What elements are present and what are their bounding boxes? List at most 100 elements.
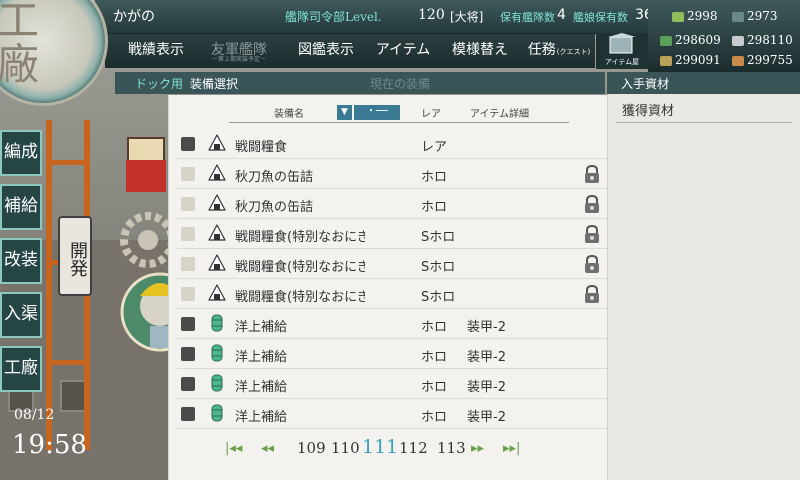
equipment-rarity: ホロ	[421, 410, 448, 425]
table-row[interactable]: 戦闘糧食(特別なおにぎり) Sホロ	[177, 279, 607, 309]
equipment-name: 戦闘糧食(特別なおにぎり)	[235, 260, 365, 275]
resource-value: 2973	[747, 9, 778, 23]
resource-devmat: 2973	[732, 9, 778, 23]
page-number-current[interactable]: 111	[362, 436, 398, 458]
row-checkbox[interactable]	[181, 377, 195, 391]
nav-encyclopedia[interactable]: 図鑑表示	[287, 34, 365, 68]
pagination: |◂◂ ◂◂ 109 110 111 112 113 ▸▸ ▸▸|	[219, 436, 539, 463]
breadcrumb-ghost-label: 現在の装備	[370, 77, 431, 91]
gain-title: 獲得資材	[622, 104, 675, 119]
side-menu-arsenal[interactable]: 工廠	[0, 346, 42, 392]
resource-value: 299091	[675, 53, 721, 67]
next-page-button[interactable]: ▸▸	[471, 441, 484, 456]
equipment-name: 洋上補給	[235, 350, 288, 365]
last-page-button[interactable]: ▸▸|	[503, 441, 520, 456]
equipment-rarity: ホロ	[421, 380, 448, 395]
table-row[interactable]: 洋上補給 ホロ 装甲-2	[177, 339, 607, 369]
first-page-button[interactable]: |◂◂	[225, 441, 242, 456]
side-menu-formation[interactable]: 編成	[0, 130, 42, 176]
sort-toggle-button[interactable]: ・──	[354, 105, 400, 120]
equipment-name: 戦闘糧食(特別なおにぎり)	[235, 230, 365, 245]
table-row[interactable]: 洋上補給 ホロ 装甲-2	[177, 369, 607, 399]
gain-header-label: 入手資材	[621, 77, 670, 91]
nav-sub-label: (クエスト)	[556, 48, 591, 56]
resource-ammo: 299091	[660, 53, 721, 67]
page-number[interactable]: 112	[399, 439, 428, 457]
table-row[interactable]: 洋上補給 ホロ 装甲-2	[177, 309, 607, 339]
equipment-name: 洋上補給	[235, 410, 288, 425]
equipment-detail: 装甲-2	[467, 380, 506, 395]
equipment-name: 戦闘糧食	[235, 140, 288, 155]
development-tab[interactable]: 開発	[58, 216, 92, 296]
resource-value: 298609	[675, 33, 721, 47]
onigiri-icon	[208, 164, 226, 181]
shop-icon	[608, 33, 636, 54]
column-header-detail: アイテム詳細	[470, 109, 529, 120]
bucket-icon	[672, 11, 684, 22]
lock-icon[interactable]	[581, 283, 603, 305]
table-row[interactable]: 秋刀魚の缶詰 ホロ	[177, 159, 607, 189]
row-checkbox[interactable]	[181, 227, 195, 241]
nav-friend-fleet: 友軍艦隊 －第２期実装予定－	[200, 34, 278, 68]
equipment-name: 戦闘糧食(特別なおにぎり)	[235, 290, 365, 305]
lock-icon[interactable]	[581, 193, 603, 215]
resource-panel: 2998 2973 298609 298110 299091 299755	[648, 0, 800, 72]
side-menu-remodel[interactable]: 改装	[0, 238, 42, 284]
hammer-decoration	[126, 137, 166, 192]
table-row[interactable]: 秋刀魚の缶詰 ホロ	[177, 189, 607, 219]
sort-dropdown-button[interactable]: ▼	[337, 105, 352, 120]
side-menu-label: 工廠	[4, 358, 38, 378]
equipment-list-panel: 装備名 ▼ ・── レア アイテム詳細 戦闘糧食 レア秋刀魚の缶詰 ホロ 秋刀魚の缶詰…	[168, 95, 608, 480]
column-header-name: 装備名	[274, 109, 304, 120]
equipment-rarity: レア	[421, 140, 448, 155]
date-display: 08/12	[14, 407, 55, 423]
divider	[616, 122, 792, 123]
shipgirl-count-label: 艦娘保有数	[573, 11, 628, 24]
side-menu-supply[interactable]: 補給	[0, 184, 42, 230]
page-number[interactable]: 109	[297, 439, 326, 457]
row-checkbox[interactable]	[181, 167, 195, 181]
breadcrumb-equip-select: 装備選択	[190, 77, 239, 91]
nav-label: 模様替え	[452, 42, 508, 58]
table-row[interactable]: 洋上補給 ホロ 装甲-2	[177, 399, 607, 429]
row-checkbox[interactable]	[181, 257, 195, 271]
row-checkbox[interactable]	[181, 287, 195, 301]
lock-icon[interactable]	[581, 163, 603, 185]
page-number[interactable]: 113	[437, 439, 466, 457]
prev-page-button[interactable]: ◂◂	[261, 441, 274, 456]
drum-icon	[211, 374, 223, 392]
row-checkbox[interactable]	[181, 317, 195, 331]
onigiri-icon	[208, 224, 226, 241]
row-checkbox[interactable]	[181, 347, 195, 361]
lock-icon[interactable]	[581, 253, 603, 275]
item-shop-button[interactable]: アイテム屋	[596, 33, 648, 69]
table-row[interactable]: 戦闘糧食(特別なおにぎり) Sホロ	[177, 219, 607, 249]
column-header-rarity: レア	[421, 109, 441, 120]
table-row[interactable]: 戦闘糧食(特別なおにぎり) Sホロ	[177, 249, 607, 279]
nav-redecorate[interactable]: 模様替え	[443, 34, 517, 68]
nav-items[interactable]: アイテム	[371, 34, 435, 68]
row-checkbox[interactable]	[181, 197, 195, 211]
drum-icon	[211, 314, 223, 332]
main-nav: 戦績表示 友軍艦隊 －第２期実装予定－ 図鑑表示 アイテム 模様替え 任務(クエス…	[105, 34, 595, 68]
equipment-detail: 装甲-2	[467, 350, 506, 365]
row-checkbox[interactable]	[181, 137, 195, 151]
row-checkbox[interactable]	[181, 407, 195, 421]
table-header: 装備名 ▼ ・── レア アイテム詳細	[229, 103, 569, 123]
nav-sub-label: －第２期実装予定－	[211, 56, 266, 63]
page-number[interactable]: 110	[331, 439, 360, 457]
item-shop-label: アイテム屋	[604, 58, 640, 66]
time-display: 19:58	[12, 430, 87, 460]
drum-icon	[211, 404, 223, 422]
nav-label: アイテム	[375, 42, 431, 58]
fuel-icon	[660, 35, 672, 46]
gain-panel: 獲得資材	[607, 94, 800, 480]
lock-icon[interactable]	[581, 223, 603, 245]
equipment-rarity: Sホロ	[421, 260, 456, 275]
nav-quests[interactable]: 任務(クエスト)	[523, 34, 595, 68]
table-row[interactable]: 戦闘糧食 レア	[177, 129, 607, 159]
side-menu-label: 入渠	[4, 304, 38, 324]
side-menu-repair[interactable]: 入渠	[0, 292, 42, 338]
nav-record[interactable]: 戦績表示	[119, 34, 193, 68]
fleet-count-value: 4	[557, 7, 566, 23]
